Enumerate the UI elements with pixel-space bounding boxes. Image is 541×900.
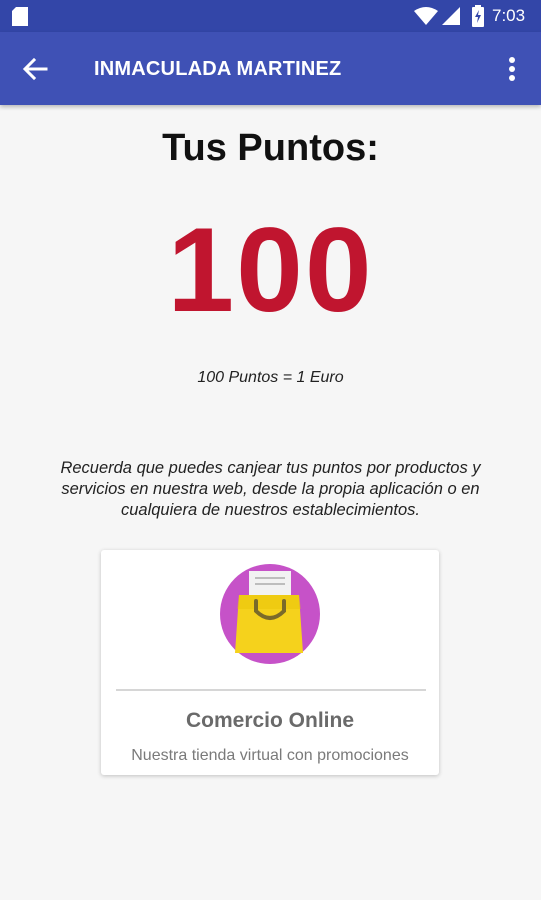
more-options-icon[interactable] (500, 54, 524, 84)
shopping-bag-icon (220, 564, 320, 664)
signal-icon (442, 7, 460, 25)
sim-card-icon (12, 7, 28, 26)
app-bar: INMACULADA MARTINEZ (0, 32, 541, 105)
back-arrow-icon[interactable] (20, 54, 50, 84)
online-shop-card[interactable]: Comercio Online Nuestra tienda virtual c… (101, 550, 439, 775)
status-bar: 7:03 (0, 0, 541, 32)
card-divider (116, 689, 426, 691)
app-bar-title: INMACULADA MARTINEZ (94, 58, 342, 80)
points-value: 100 (167, 203, 374, 337)
card-subtitle: Nuestra tienda virtual con promociones (131, 747, 409, 764)
wifi-icon (414, 7, 438, 25)
card-title: Comercio Online (185, 709, 355, 732)
redeem-info-text: Recuerda que puedes canjear tus puntos p… (60, 459, 481, 519)
points-heading: Tus Puntos: (162, 127, 379, 169)
clock: 7:03 (492, 6, 526, 25)
points-conversion-rate: 100 Puntos = 1 Euro (197, 369, 344, 386)
battery-charging-icon (472, 5, 484, 27)
